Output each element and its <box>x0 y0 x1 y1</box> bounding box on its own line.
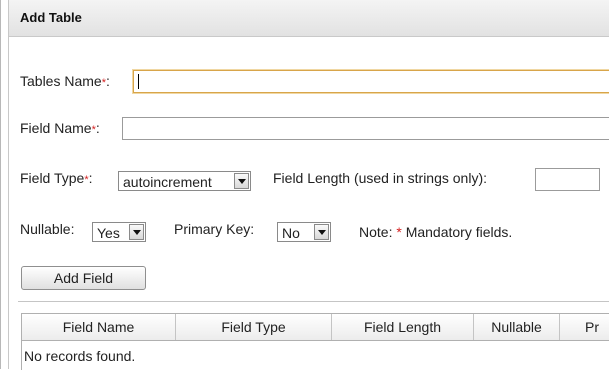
column-header[interactable]: Nullable <box>474 314 560 340</box>
empty-message: No records found. <box>24 348 136 364</box>
add-field-button[interactable]: Add Field <box>21 266 146 290</box>
field-type-label: Field Type*: <box>20 170 93 186</box>
chevron-down-icon[interactable] <box>234 173 249 189</box>
column-header[interactable]: Pr <box>560 314 609 340</box>
field-name-input[interactable] <box>122 117 609 140</box>
dialog-title: Add Table <box>20 10 82 25</box>
fields-grid: Field Name Field Type Field Length Nulla… <box>21 313 609 370</box>
background-edge <box>0 0 1 369</box>
field-length-input[interactable] <box>535 168 600 191</box>
section-divider <box>18 301 609 302</box>
primary-key-label: Primary Key: <box>174 221 255 237</box>
tables-name-input[interactable] <box>133 70 609 93</box>
chevron-down-icon[interactable] <box>129 224 144 240</box>
field-type-value: autoincrement <box>123 174 212 190</box>
field-type-select[interactable]: autoincrement <box>118 171 251 191</box>
nullable-select[interactable]: Yes <box>92 222 146 242</box>
grid-header: Field Name Field Type Field Length Nulla… <box>22 314 609 341</box>
mandatory-note: Note: * Mandatory fields. <box>359 224 513 240</box>
add-table-dialog: Add Table Tables Name*: Field Name*: Fie… <box>8 0 609 370</box>
field-length-label: Field Length (used in strings only): <box>273 170 487 186</box>
column-header[interactable]: Field Type <box>176 314 332 340</box>
primary-key-value: No <box>282 225 300 241</box>
chevron-down-icon[interactable] <box>314 224 329 240</box>
primary-key-select[interactable]: No <box>277 222 331 242</box>
text-caret <box>138 74 139 89</box>
tables-name-label: Tables Name*: <box>20 73 110 89</box>
nullable-label: Nullable: <box>20 221 75 237</box>
column-header[interactable]: Field Length <box>332 314 474 340</box>
field-name-label: Field Name*: <box>20 120 100 136</box>
dialog-titlebar[interactable]: Add Table <box>9 0 609 37</box>
column-header[interactable]: Field Name <box>22 314 176 340</box>
nullable-value: Yes <box>97 225 120 241</box>
